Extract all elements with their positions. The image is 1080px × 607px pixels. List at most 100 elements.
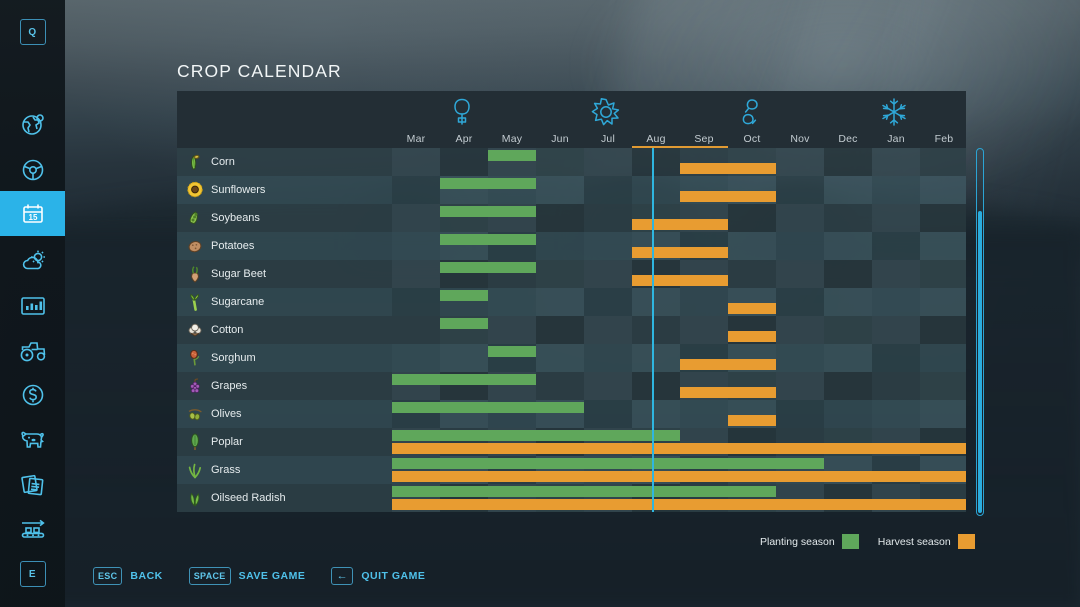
month-header-aug[interactable]: Aug: [632, 133, 680, 145]
month-cell: [584, 400, 632, 428]
crop-row[interactable]: Oilseed Radish: [177, 484, 966, 512]
month-cell: [392, 148, 440, 176]
sidebar-item-vehicles[interactable]: [0, 147, 65, 192]
vehicle-icon: [20, 157, 46, 183]
month-cell: [920, 148, 966, 176]
month-cell: [392, 316, 440, 344]
harvest-season-bar: [632, 219, 728, 230]
crop-row[interactable]: Sorghum: [177, 344, 966, 372]
crop-calendar-panel: Mar Apr May Jun Jul Aug Sep Oct Nov Dec Jan Feb Cor…: [177, 91, 984, 516]
month-cell: [584, 232, 632, 260]
sidebar-key-hint-q: Q: [19, 19, 46, 45]
month-header-mar[interactable]: Mar: [392, 133, 440, 145]
month-header-nov[interactable]: Nov: [776, 133, 824, 145]
month-cell: [632, 316, 680, 344]
planting-season-bar: [440, 290, 488, 301]
month-cell: [392, 204, 440, 232]
month-cell: [824, 176, 872, 204]
month-cell: [584, 260, 632, 288]
crop-row[interactable]: Soybeans: [177, 204, 966, 232]
sidebar-item-weather[interactable]: [0, 238, 65, 283]
planting-season-bar: [392, 458, 824, 469]
crop-row[interactable]: Potatoes: [177, 232, 966, 260]
month-cell: [584, 204, 632, 232]
crop-row[interactable]: Grass: [177, 456, 966, 484]
sidebar-item-production[interactable]: [0, 507, 65, 552]
sidebar-item-statistics[interactable]: [0, 283, 65, 328]
sidebar-item-animals[interactable]: [0, 417, 65, 462]
crop-row[interactable]: Corn: [177, 148, 966, 176]
crop-name: Potatoes: [211, 240, 255, 252]
winter-icon: [879, 97, 913, 131]
month-cell: [680, 288, 728, 316]
month-header-may[interactable]: May: [488, 133, 536, 145]
harvest-season-bar: [728, 331, 776, 342]
sidebar-item-map[interactable]: [0, 102, 65, 147]
month-header-jan[interactable]: Jan: [872, 133, 920, 145]
month-cell: [440, 344, 488, 372]
crop-name: Sorghum: [211, 352, 256, 364]
left-sidebar: Q 15 E: [0, 0, 65, 607]
crop-row[interactable]: Sunflowers: [177, 176, 966, 204]
planting-season-bar: [488, 150, 536, 161]
month-header-jun[interactable]: Jun: [536, 133, 584, 145]
crop-row[interactable]: Grapes: [177, 372, 966, 400]
animals-icon: [18, 428, 48, 452]
month-cell: [584, 288, 632, 316]
crop-row-label: Grass: [177, 456, 392, 484]
month-cell: [776, 288, 824, 316]
help-item[interactable]: ← QUIT GAME: [331, 567, 425, 585]
crop-rows[interactable]: Corn Sunflowers Soybeans Potatoes Sugar Beet…: [177, 148, 966, 516]
sidebar-item-garage[interactable]: [0, 328, 65, 373]
help-item[interactable]: ESC BACK: [93, 567, 163, 585]
month-cell: [776, 344, 824, 372]
month-header-feb[interactable]: Feb: [920, 133, 968, 145]
vertical-scrollbar[interactable]: [976, 148, 984, 516]
crop-row[interactable]: Sugar Beet: [177, 260, 966, 288]
crop-row[interactable]: Poplar: [177, 428, 966, 456]
help-key: ←: [331, 567, 354, 585]
sidebar-item-finances[interactable]: [0, 372, 65, 417]
help-item[interactable]: SPACE SAVE GAME: [188, 567, 306, 585]
scrollbar-thumb[interactable]: [978, 211, 982, 513]
sidebar-item-calendar[interactable]: 15: [0, 191, 65, 236]
month-header-jul[interactable]: Jul: [584, 133, 632, 145]
month-cell: [584, 148, 632, 176]
crop-row-timeline: [392, 344, 966, 372]
crop-row-timeline: [392, 260, 966, 288]
autumn-icon: [735, 97, 769, 131]
month-header-sep[interactable]: Sep: [680, 133, 728, 145]
crop-row-timeline: [392, 288, 966, 316]
month-cell: [920, 400, 966, 428]
month-header-dec[interactable]: Dec: [824, 133, 872, 145]
sugarcane-icon: [186, 293, 204, 311]
crop-row[interactable]: Olives: [177, 400, 966, 428]
planting-season-bar: [392, 430, 680, 441]
planting-season-bar: [440, 178, 536, 189]
month-cell: [872, 176, 920, 204]
svg-text:15: 15: [28, 213, 37, 222]
sidebar-item-contracts[interactable]: [0, 462, 65, 507]
crop-row-timeline: [392, 316, 966, 344]
month-header-oct[interactable]: Oct: [728, 133, 776, 145]
legend-planting-label: Planting season: [760, 535, 835, 548]
month-cell: [920, 232, 966, 260]
crop-row-timeline: [392, 204, 966, 232]
month-cell: [728, 232, 776, 260]
crop-row[interactable]: Cotton: [177, 316, 966, 344]
month-cell: [776, 260, 824, 288]
month-cell: [920, 372, 966, 400]
month-cell: [536, 288, 584, 316]
crop-row-timeline: [392, 456, 966, 484]
month-header-apr[interactable]: Apr: [440, 133, 488, 145]
crop-name: Soybeans: [211, 212, 260, 224]
month-cell: [776, 148, 824, 176]
crop-name: Sunflowers: [211, 184, 266, 196]
help-key: ESC: [93, 567, 123, 585]
map-icon: [20, 112, 46, 138]
month-cell: [872, 232, 920, 260]
crop-row[interactable]: Sugarcane: [177, 288, 966, 316]
crop-row-timeline: [392, 400, 966, 428]
legend-planting-swatch: [841, 534, 859, 549]
month-cell: [632, 372, 680, 400]
